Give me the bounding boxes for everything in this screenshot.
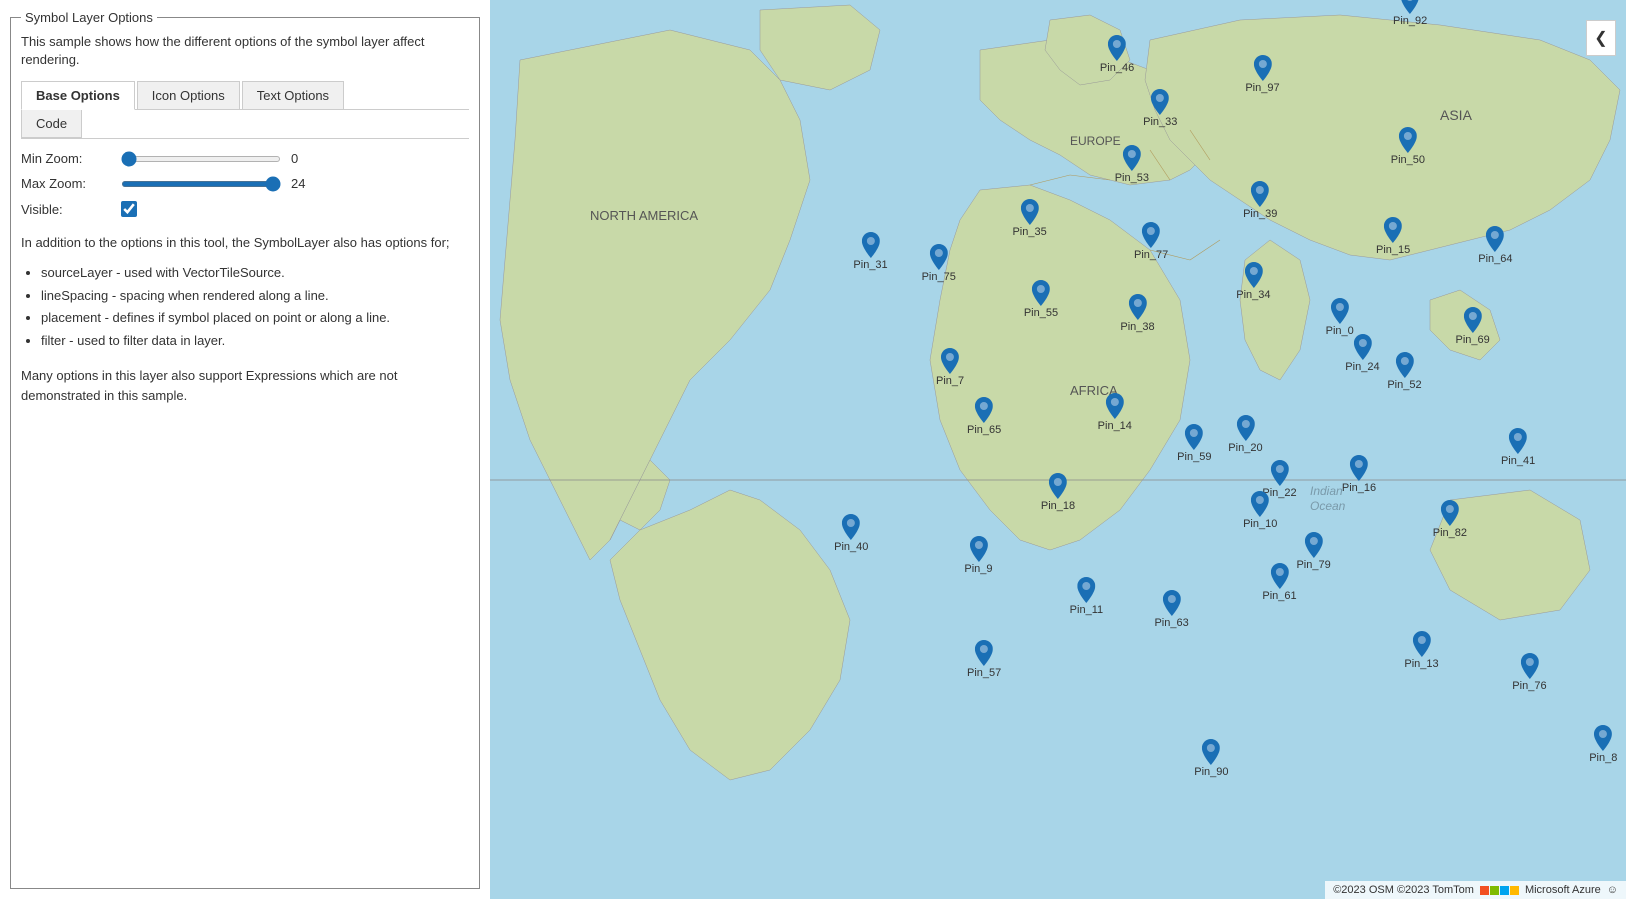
asia-label: ASIA bbox=[1440, 107, 1473, 123]
symbol-layer-options-panel: Symbol Layer Options This sample shows h… bbox=[10, 10, 480, 889]
tabs-row: Base Options Icon Options Text Options bbox=[21, 81, 469, 110]
max-zoom-label: Max Zoom: bbox=[21, 176, 111, 191]
min-zoom-value: 0 bbox=[291, 151, 321, 166]
collapse-icon: ❮ bbox=[1594, 28, 1607, 48]
panel-description: This sample shows how the different opti… bbox=[21, 33, 469, 69]
microsoft-logo bbox=[1480, 886, 1519, 895]
map-background: NORTH AMERICA EUROPE AFRICA ASIA Indian … bbox=[490, 0, 1626, 899]
body-text-1: In addition to the options in this tool,… bbox=[21, 233, 469, 253]
bullet-list: sourceLayer - used with VectorTileSource… bbox=[21, 263, 469, 354]
tab-icon-options[interactable]: Icon Options bbox=[137, 81, 240, 109]
smiley-icon[interactable]: ☺ bbox=[1607, 884, 1618, 896]
tab-base-options[interactable]: Base Options bbox=[21, 81, 135, 110]
svg-text:Ocean: Ocean bbox=[1310, 499, 1346, 513]
bullet-item-2: lineSpacing - spacing when rendered alon… bbox=[41, 286, 469, 307]
min-zoom-slider[interactable] bbox=[121, 156, 281, 162]
bullet-item-4: filter - used to filter data in layer. bbox=[41, 331, 469, 352]
visible-checkbox[interactable] bbox=[121, 201, 137, 217]
map-collapse-button[interactable]: ❮ bbox=[1586, 20, 1616, 56]
visible-row: Visible: bbox=[21, 201, 469, 217]
left-panel: Symbol Layer Options This sample shows h… bbox=[0, 0, 490, 899]
min-zoom-row: Min Zoom: 0 bbox=[21, 151, 469, 166]
map-copyright: ©2023 OSM ©2023 TomTom bbox=[1333, 884, 1474, 896]
body-text-2: Many options in this layer also support … bbox=[21, 366, 469, 405]
visible-label: Visible: bbox=[21, 202, 111, 217]
map-footer: ©2023 OSM ©2023 TomTom Microsoft Azure ☺ bbox=[1325, 881, 1626, 899]
north-america-label: NORTH AMERICA bbox=[590, 208, 698, 223]
max-zoom-row: Max Zoom: 24 bbox=[21, 176, 469, 191]
max-zoom-value: 24 bbox=[291, 176, 321, 191]
bullet-item-3: placement - defines if symbol placed on … bbox=[41, 308, 469, 329]
tabs-row2: Code bbox=[21, 110, 469, 139]
indian-ocean-label: Indian bbox=[1310, 484, 1343, 498]
map-container[interactable]: NORTH AMERICA EUROPE AFRICA ASIA Indian … bbox=[490, 0, 1626, 899]
map-brand: Microsoft Azure bbox=[1525, 884, 1601, 896]
tab-code[interactable]: Code bbox=[21, 110, 82, 138]
europe-label: EUROPE bbox=[1070, 134, 1121, 148]
min-zoom-label: Min Zoom: bbox=[21, 151, 111, 166]
tab-text-options[interactable]: Text Options bbox=[242, 81, 344, 109]
bullet-item-1: sourceLayer - used with VectorTileSource… bbox=[41, 263, 469, 284]
panel-legend: Symbol Layer Options bbox=[21, 10, 157, 25]
max-zoom-slider[interactable] bbox=[121, 181, 281, 187]
africa-label: AFRICA bbox=[1070, 383, 1118, 398]
options-section: Min Zoom: 0 Max Zoom: 24 Visible: bbox=[21, 151, 469, 217]
